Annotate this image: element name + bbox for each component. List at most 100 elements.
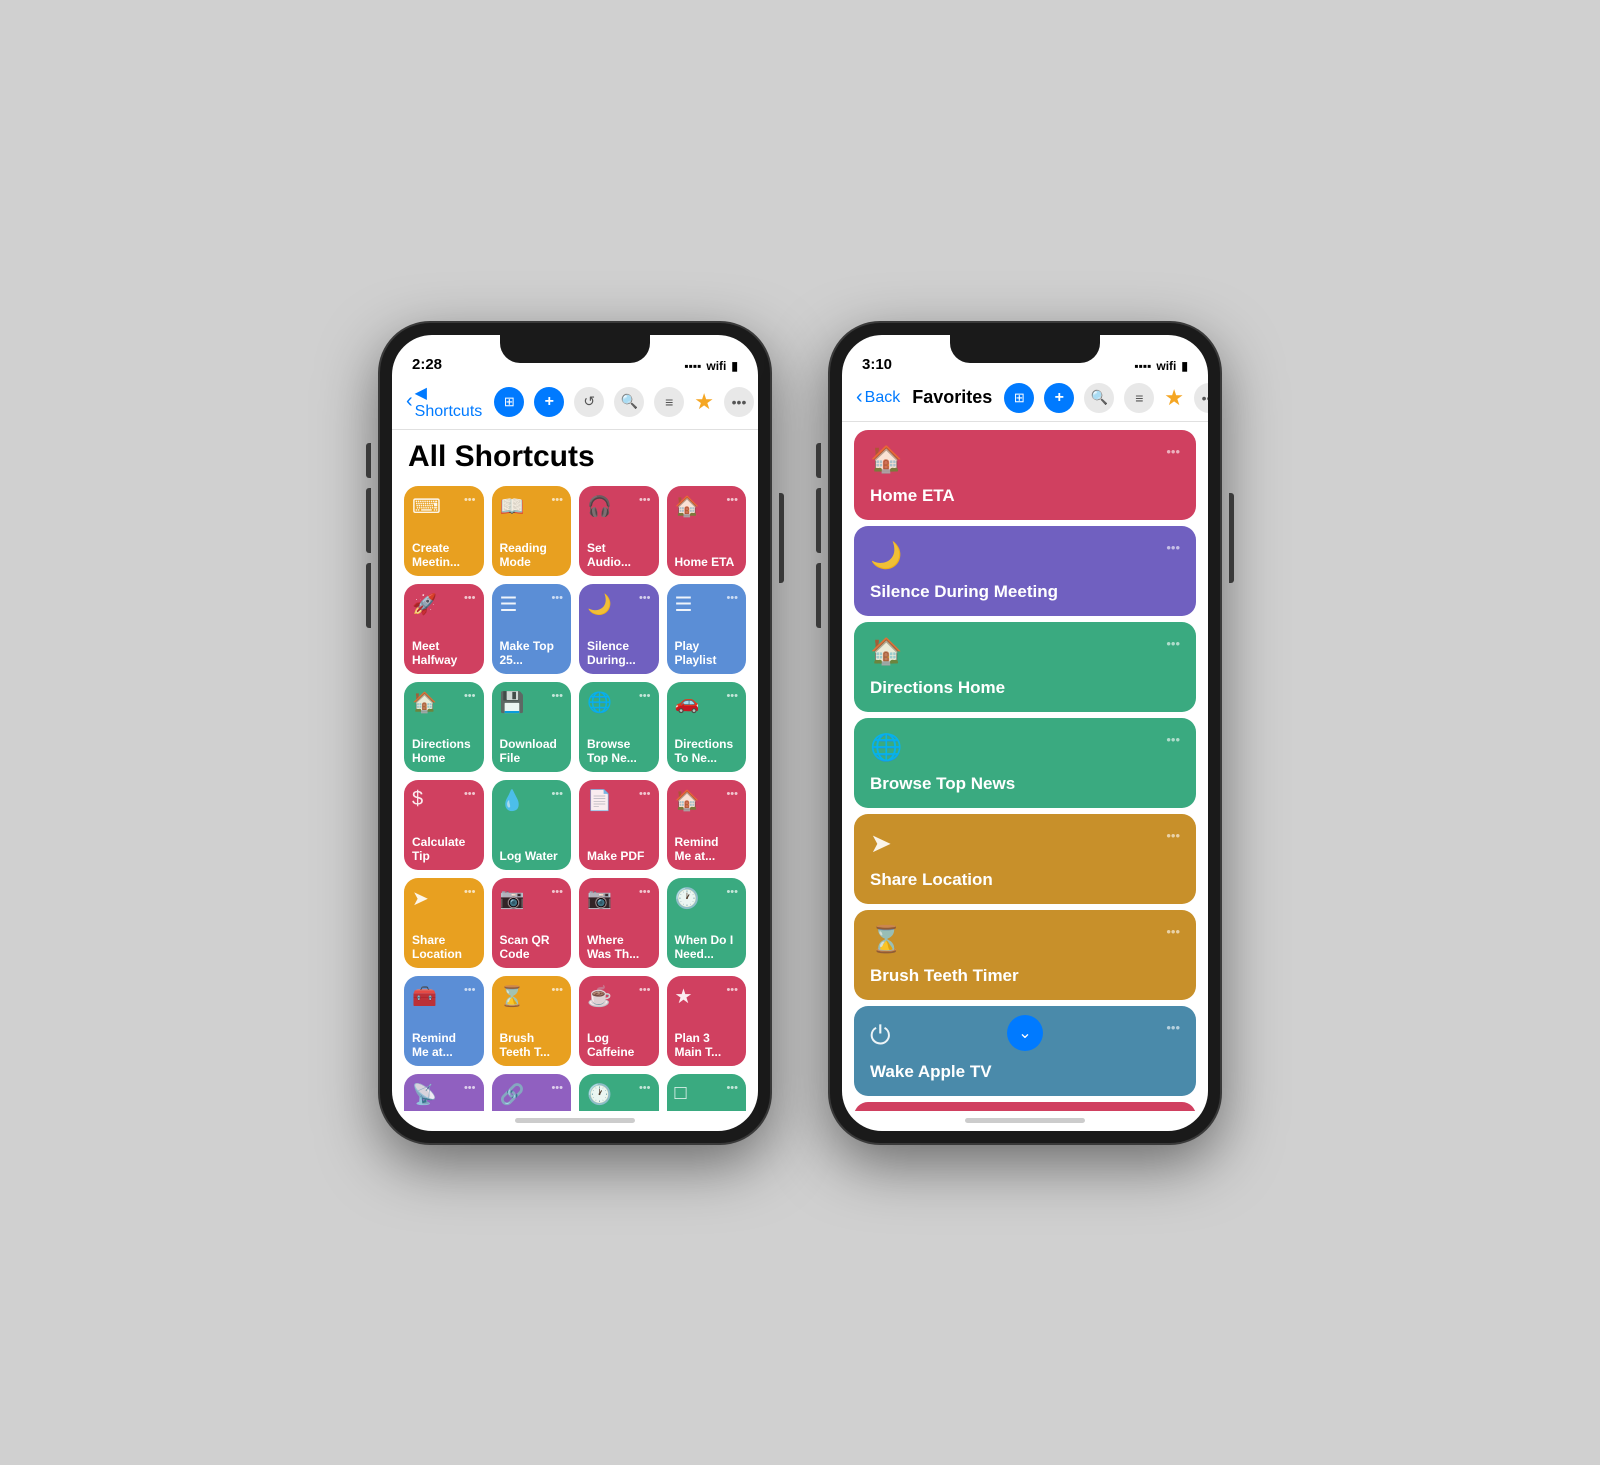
right-signal-icon: ▪▪▪▪	[1134, 359, 1151, 373]
left-phone: 2:28 ▪▪▪▪ wifi ▮ ‹ ◀ Shortcuts ⊞	[380, 323, 770, 1143]
shortcut-tile[interactable]: 📷 ••• Where Was Th...	[579, 878, 659, 968]
shortcut-tile[interactable]: 🎧 ••• Set Audio...	[579, 486, 659, 576]
tile-more-icon[interactable]: •••	[551, 886, 563, 898]
tile-icon: 💾	[500, 690, 525, 715]
fav-more-icon[interactable]: •••	[1166, 636, 1180, 651]
tile-more-icon[interactable]: •••	[551, 592, 563, 604]
refresh-icon-btn[interactable]: ↺	[574, 387, 604, 417]
favorites-list-item[interactable]: ⌛ ••• Brush Teeth Timer	[854, 910, 1196, 1000]
shortcut-tile[interactable]: 🏠 ••• Remind Me at...	[667, 780, 747, 870]
shortcut-tile[interactable]: 🚀 ••• Meet Halfway	[404, 584, 484, 674]
shortcut-tile[interactable]: 💧 ••• Log Water	[492, 780, 572, 870]
tile-more-icon[interactable]: •••	[639, 788, 651, 800]
shortcut-tile[interactable]: 📡 ••• Top Stories...	[404, 1074, 484, 1111]
shortcut-tile[interactable]: 🌐 ••• Browse Top Ne...	[579, 682, 659, 772]
right-layers-icon-btn[interactable]: ⊞	[1004, 383, 1034, 413]
tile-more-icon[interactable]: •••	[464, 1082, 476, 1094]
right-add-icon-btn[interactable]: +	[1044, 383, 1074, 413]
tile-more-icon[interactable]: •••	[551, 690, 563, 702]
tile-more-icon[interactable]: •••	[551, 788, 563, 800]
tile-more-icon[interactable]: •••	[726, 984, 738, 996]
shortcut-tile[interactable]: 📖 ••• Reading Mode	[492, 486, 572, 576]
tile-label: Browse Top Ne...	[587, 737, 651, 766]
tile-more-icon[interactable]: •••	[726, 494, 738, 506]
page-title: All Shortcuts	[392, 430, 758, 486]
tile-icon: 🔗	[500, 1082, 525, 1107]
favorites-list-item[interactable]: ➤ ••• Share Location	[854, 814, 1196, 904]
fav-more-icon[interactable]: •••	[1166, 924, 1180, 939]
shortcut-tile[interactable]: ➤ ••• Share Location	[404, 878, 484, 968]
tile-more-icon[interactable]: •••	[464, 690, 476, 702]
favorites-list-item[interactable]: 🏠 ••• Directions Home	[854, 622, 1196, 712]
fav-more-icon[interactable]: •••	[1166, 1020, 1180, 1035]
shortcut-tile[interactable]: ☰ ••• Play Playlist	[667, 584, 747, 674]
tile-more-icon[interactable]: •••	[639, 1082, 651, 1094]
right-notch	[950, 335, 1100, 363]
favorites-list-item[interactable]: 🚶 •••	[854, 1102, 1196, 1111]
shortcut-tile[interactable]: 🏠 ••• Home ETA	[667, 486, 747, 576]
shortcut-tile[interactable]: 🌙 ••• Silence During...	[579, 584, 659, 674]
favorites-list-item[interactable]: 🌐 ••• Browse Top News	[854, 718, 1196, 808]
tile-more-icon[interactable]: •••	[639, 690, 651, 702]
right-back-button[interactable]: ‹ Back	[856, 386, 900, 409]
tile-more-icon[interactable]: •••	[639, 494, 651, 506]
shortcut-tile[interactable]: ☰ ••• Make Top 25...	[492, 584, 572, 674]
filter-icon-btn[interactable]: ≡	[654, 387, 684, 417]
tile-more-icon[interactable]: •••	[551, 1082, 563, 1094]
shortcut-tile[interactable]: 🕐 ••• Tea Timer	[579, 1074, 659, 1111]
filter-icon: ≡	[665, 394, 673, 410]
tile-more-icon[interactable]: •••	[639, 592, 651, 604]
more-icon-btn[interactable]: •••	[724, 387, 754, 417]
refresh-icon: ↺	[583, 393, 595, 410]
tile-more-icon[interactable]: •••	[639, 886, 651, 898]
layers-icon-btn[interactable]: ⊞	[494, 387, 524, 417]
tile-more-icon[interactable]: •••	[639, 984, 651, 996]
tile-more-icon[interactable]: •••	[464, 886, 476, 898]
tile-more-icon[interactable]: •••	[551, 984, 563, 996]
right-scroll[interactable]: 🏠 ••• Home ETA 🌙 ••• Silence During Meet…	[842, 422, 1208, 1111]
shortcut-tile[interactable]: 🕐 ••• When Do I Need...	[667, 878, 747, 968]
shortcut-tile[interactable]: □ ••• Open App on...	[667, 1074, 747, 1111]
right-star-icon-btn[interactable]: ★	[1164, 385, 1184, 411]
tile-more-icon[interactable]: •••	[464, 984, 476, 996]
shortcut-tile[interactable]: 📷 ••• Scan QR Code	[492, 878, 572, 968]
shortcut-tile[interactable]: ⌛ ••• Brush Teeth T...	[492, 976, 572, 1066]
tile-more-icon[interactable]: •••	[464, 788, 476, 800]
layers-icon: ⊞	[504, 394, 515, 410]
tile-more-icon[interactable]: •••	[726, 788, 738, 800]
shortcut-tile[interactable]: 🧰 ••• Remind Me at...	[404, 976, 484, 1066]
add-icon-btn[interactable]: +	[534, 387, 564, 417]
shortcut-tile[interactable]: $ ••• Calculate Tip	[404, 780, 484, 870]
left-nav-icons: ⊞ + ↺ 🔍 ≡ ★ •••	[494, 387, 754, 417]
shortcut-tile[interactable]: ★ ••• Plan 3 Main T...	[667, 976, 747, 1066]
tile-more-icon[interactable]: •••	[726, 886, 738, 898]
fav-more-icon[interactable]: •••	[1166, 732, 1180, 747]
right-filter-icon-btn[interactable]: ≡	[1124, 383, 1154, 413]
right-search-icon-btn[interactable]: 🔍	[1084, 383, 1114, 413]
fav-more-icon[interactable]: •••	[1166, 540, 1180, 555]
left-back-button[interactable]: ‹ ◀ Shortcuts	[406, 383, 482, 421]
tile-more-icon[interactable]: •••	[464, 494, 476, 506]
shortcut-tile[interactable]: 🚗 ••• Directions To Ne...	[667, 682, 747, 772]
tile-icon: 🏠	[675, 494, 700, 519]
shortcut-tile[interactable]: 🏠 ••• Directions Home	[404, 682, 484, 772]
shortcut-tile[interactable]: ☕ ••• Log Caffeine	[579, 976, 659, 1066]
fav-more-icon[interactable]: •••	[1166, 828, 1180, 843]
search-icon-btn[interactable]: 🔍	[614, 387, 644, 417]
favorites-list-item[interactable]: 🏠 ••• Home ETA	[854, 430, 1196, 520]
shortcut-tile[interactable]: 💾 ••• Download File	[492, 682, 572, 772]
tile-more-icon[interactable]: •••	[726, 1082, 738, 1094]
left-scroll[interactable]: All Shortcuts ⌨ ••• Create Meetin... 📖 •…	[392, 430, 758, 1111]
scroll-down-indicator[interactable]: ⌄	[1007, 1015, 1043, 1051]
tile-more-icon[interactable]: •••	[726, 690, 738, 702]
favorites-list-item[interactable]: 🌙 ••• Silence During Meeting	[854, 526, 1196, 616]
tile-more-icon[interactable]: •••	[726, 592, 738, 604]
tile-more-icon[interactable]: •••	[464, 592, 476, 604]
fav-more-icon[interactable]: •••	[1166, 444, 1180, 459]
star-icon-btn[interactable]: ★	[694, 389, 714, 415]
tile-more-icon[interactable]: •••	[551, 494, 563, 506]
shortcut-tile[interactable]: 📄 ••• Make PDF	[579, 780, 659, 870]
shortcut-tile[interactable]: 🔗 ••• Browse Favorit...	[492, 1074, 572, 1111]
shortcut-tile[interactable]: ⌨ ••• Create Meetin...	[404, 486, 484, 576]
right-more-icon-btn[interactable]: •••	[1194, 383, 1208, 413]
